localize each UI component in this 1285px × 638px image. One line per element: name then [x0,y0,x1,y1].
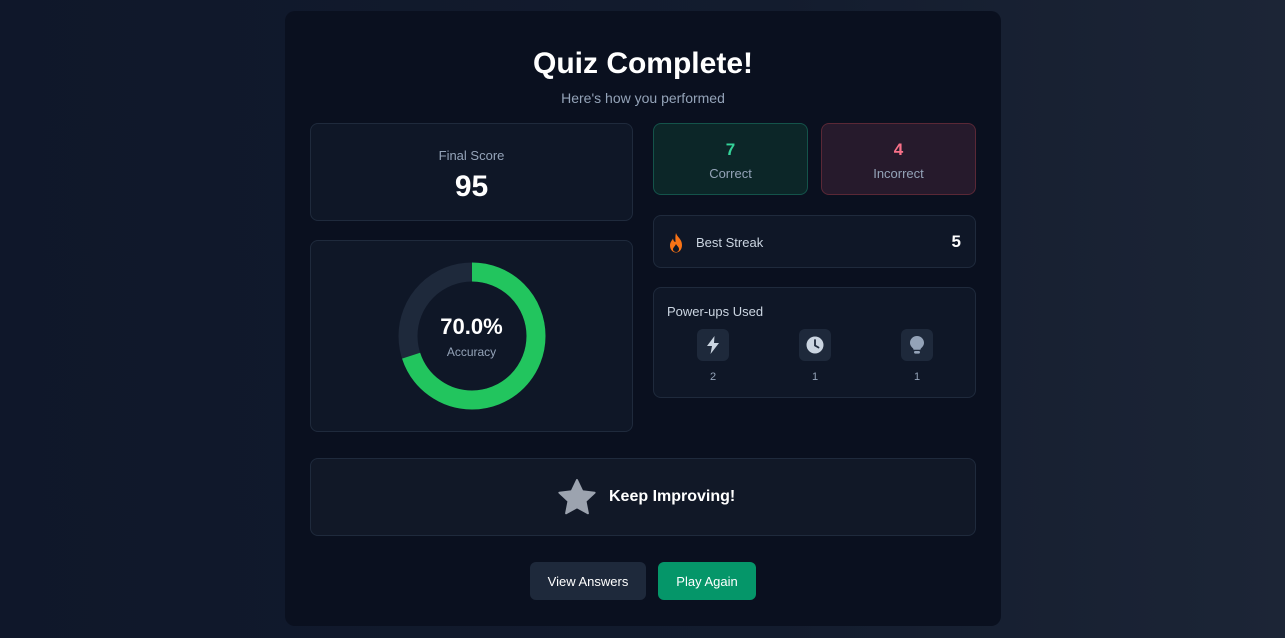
correct-count: 7 [725,140,736,159]
incorrect-label: Incorrect [873,166,924,181]
powerup-clock: 1 [798,329,832,383]
lightbulb-icon [901,329,933,361]
incorrect-panel: 4 Incorrect [821,123,976,195]
best-streak-panel: Best Streak 5 [653,215,976,268]
powerups-panel: Power-ups Used 2 1 1 [653,287,976,398]
performance-banner: Keep Improving! [310,458,976,536]
correct-panel: 7 Correct [653,123,808,195]
powerup-lightning-count: 2 [709,371,717,383]
best-streak-label: Best Streak [696,235,764,250]
page-title: Quiz Complete! [532,47,753,80]
banner-text: Keep Improving! [609,488,736,505]
powerups-title: Power-ups Used [667,304,764,319]
powerup-lightbulb: 1 [900,329,934,383]
powerup-lightbulb-count: 1 [913,371,921,383]
final-score-label: Final Score [438,148,505,163]
accuracy-value: 70.0% [440,314,503,339]
page-subtitle: Here's how you performed [561,90,725,106]
flame-icon [670,233,682,253]
play-again-button[interactable]: Play Again [658,562,756,600]
best-streak-value: 5 [951,232,961,251]
accuracy-label: Accuracy [446,345,497,359]
correct-label: Correct [709,166,752,181]
powerup-clock-count: 1 [811,371,819,383]
clock-icon [799,329,831,361]
results-card: Quiz Complete! Here's how you performed … [285,11,1001,626]
accuracy-panel: 70.0% Accuracy [310,240,633,432]
view-answers-button[interactable]: View Answers [530,562,646,600]
incorrect-count: 4 [893,140,904,159]
final-score-value: 95 [454,170,489,203]
star-icon [558,479,596,515]
powerup-lightning: 2 [696,329,730,383]
final-score-panel: Final Score 95 [310,123,633,221]
lightning-icon [697,329,729,361]
